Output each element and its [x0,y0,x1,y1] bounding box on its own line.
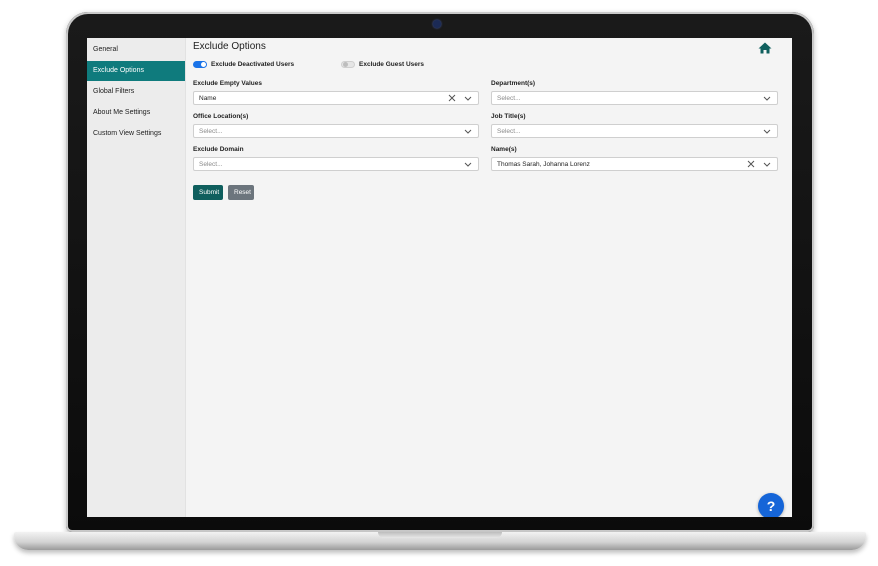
exclude-empty-values-select[interactable]: Name [193,91,479,105]
chevron-down-icon[interactable] [464,161,472,168]
chevron-down-icon[interactable] [763,95,771,102]
select-placeholder: Select... [497,128,521,135]
toggle-switch-on[interactable] [193,61,207,68]
department-select[interactable]: Select... [491,91,778,105]
office-location-label: Office Location(s) [193,113,249,120]
app-screen: General Exclude Options Global Filters A… [87,38,792,517]
reset-button[interactable]: Reset [228,185,254,200]
sidebar-item-about-me-settings[interactable]: About Me Settings [87,103,185,123]
job-title-label: Job Title(s) [491,113,526,120]
sidebar: General Exclude Options Global Filters A… [87,38,186,517]
exclude-domain-label: Exclude Domain [193,146,244,153]
toggle-label: Exclude Guest Users [359,61,425,68]
office-location-select[interactable]: Select... [193,124,479,138]
clear-icon[interactable] [448,94,456,102]
toggle-exclude-guest[interactable]: Exclude Guest Users [341,61,424,68]
clear-icon[interactable] [747,160,755,168]
select-placeholder: Select... [199,128,223,135]
department-label: Department(s) [491,80,536,87]
job-title-select[interactable]: Select... [491,124,778,138]
help-button[interactable]: ? [758,493,784,517]
sidebar-item-custom-view-settings[interactable]: Custom View Settings [87,124,185,144]
names-label: Name(s) [491,146,517,153]
submit-button[interactable]: Submit [193,185,223,200]
exclude-empty-values-label: Exclude Empty Values [193,80,263,87]
page-title: Exclude Options [193,41,266,52]
help-icon: ? [766,498,776,514]
main-content: Exclude Options Exclude Deactivated User… [193,38,783,517]
sidebar-item-exclude-options[interactable]: Exclude Options [87,61,185,81]
chevron-down-icon[interactable] [763,161,771,168]
exclude-domain-select[interactable]: Select... [193,157,479,171]
home-icon[interactable] [758,42,772,54]
chevron-down-icon[interactable] [464,128,472,135]
chevron-down-icon[interactable] [464,95,472,102]
select-placeholder: Select... [497,95,521,102]
toggle-switch-off[interactable] [341,61,355,68]
select-value: Name [199,95,217,102]
toggle-exclude-deactivated[interactable]: Exclude Deactivated Users [193,61,294,68]
sidebar-item-global-filters[interactable]: Global Filters [87,82,185,102]
toggle-label: Exclude Deactivated Users [211,61,295,68]
sidebar-item-general[interactable]: General [87,40,185,60]
select-value: Thomas Sarah, Johanna Lorenz [497,161,590,168]
laptop-notch [378,532,502,538]
select-placeholder: Select... [199,161,223,168]
camera [433,20,441,28]
names-select[interactable]: Thomas Sarah, Johanna Lorenz [491,157,778,171]
chevron-down-icon[interactable] [763,128,771,135]
